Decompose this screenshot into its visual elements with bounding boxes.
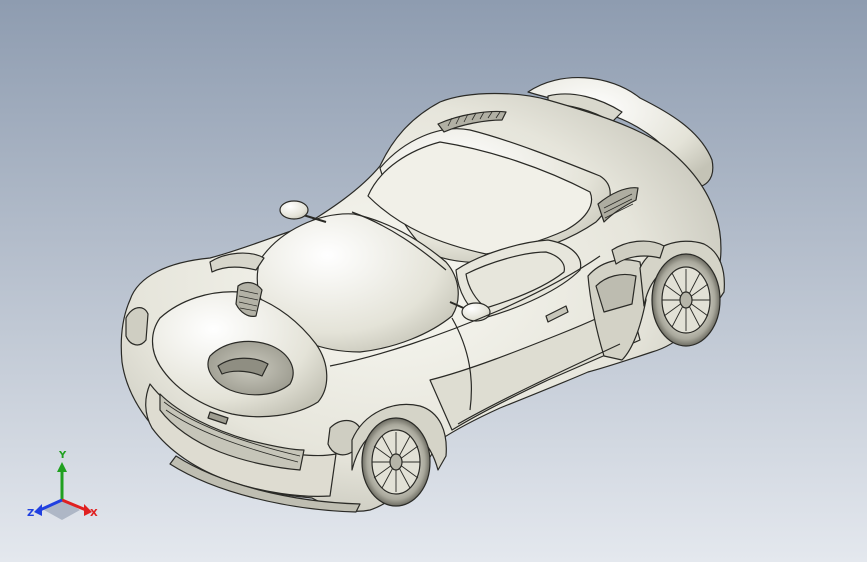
triad-y-label: Y	[58, 450, 67, 461]
cad-graphics-viewport[interactable]: Y X Z	[0, 0, 867, 562]
front-wheel	[361, 417, 431, 507]
triad-z-label: Z	[27, 508, 34, 519]
rear-wheel	[651, 253, 721, 347]
headlight-left	[125, 307, 149, 346]
triad-x-label: X	[90, 508, 98, 519]
